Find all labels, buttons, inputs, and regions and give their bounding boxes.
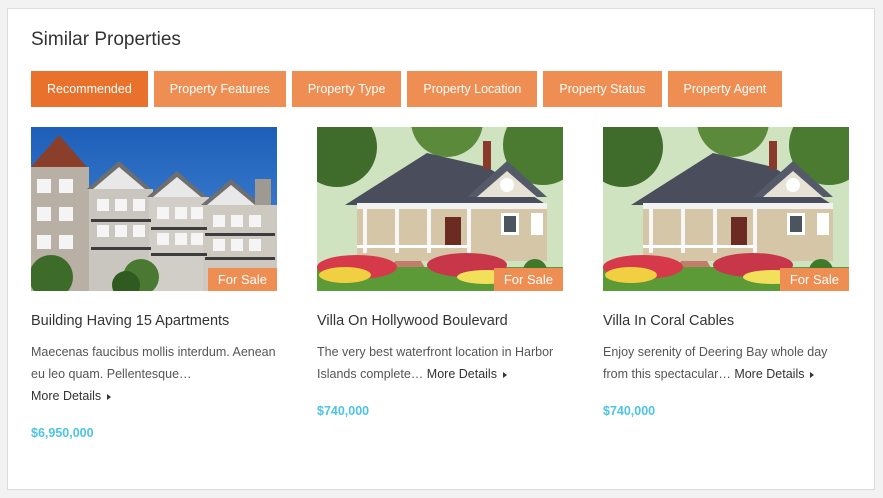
more-details-link[interactable]: More Details	[427, 367, 507, 381]
property-card: For Sale Villa In Coral Cables Enjoy ser…	[603, 127, 849, 418]
status-badge: For Sale	[779, 268, 849, 291]
property-title[interactable]: Building Having 15 Apartments	[31, 313, 229, 329]
property-description: Enjoy serenity of Deering Bay whole day …	[603, 341, 853, 385]
property-card: For Sale Villa On Hollywood Boulevard Th…	[317, 127, 563, 418]
tab-property-agent[interactable]: Property Agent	[667, 71, 783, 107]
more-details-link[interactable]: More Details	[734, 367, 815, 381]
villa-house-photo	[603, 127, 849, 291]
property-price: $740,000	[603, 404, 656, 418]
caret-right-icon	[107, 393, 112, 400]
caret-right-icon	[502, 371, 507, 378]
property-image[interactable]: For Sale	[317, 127, 563, 291]
property-description: The very best waterfront location in Har…	[317, 341, 567, 385]
more-details-label: More Details	[734, 367, 805, 381]
status-badge: For Sale	[207, 268, 277, 291]
property-image[interactable]: For Sale	[31, 127, 277, 291]
more-details-label: More Details	[426, 367, 497, 381]
property-description: Maecenas faucibus mollis interdum. Aenea…	[31, 341, 281, 407]
section-title: Similar Properties	[31, 29, 181, 50]
property-image[interactable]: For Sale	[603, 127, 849, 291]
tab-property-features[interactable]: Property Features	[153, 71, 286, 107]
caret-right-icon	[810, 371, 815, 378]
property-card: For Sale Building Having 15 Apartments M…	[31, 127, 277, 440]
villa-house-photo	[317, 127, 563, 291]
more-details-label: More Details	[31, 389, 102, 403]
tab-property-type[interactable]: Property Type	[291, 71, 402, 107]
apartment-building-photo	[31, 127, 277, 291]
filter-tabs: Recommended Property Features Property T…	[31, 71, 783, 107]
status-badge: For Sale	[493, 268, 563, 291]
tab-recommended[interactable]: Recommended	[31, 71, 148, 107]
description-text: Maecenas faucibus mollis interdum. Aenea…	[31, 345, 276, 381]
property-title[interactable]: Villa On Hollywood Boulevard	[317, 313, 508, 329]
tab-property-status[interactable]: Property Status	[543, 71, 662, 107]
similar-properties-panel: Similar Properties Recommended Property …	[7, 8, 875, 490]
property-title[interactable]: Villa In Coral Cables	[603, 313, 734, 329]
property-price: $740,000	[317, 404, 370, 418]
property-price: $6,950,000	[31, 426, 94, 440]
more-details-link[interactable]: More Details	[31, 389, 112, 403]
tab-property-location[interactable]: Property Location	[407, 71, 538, 107]
